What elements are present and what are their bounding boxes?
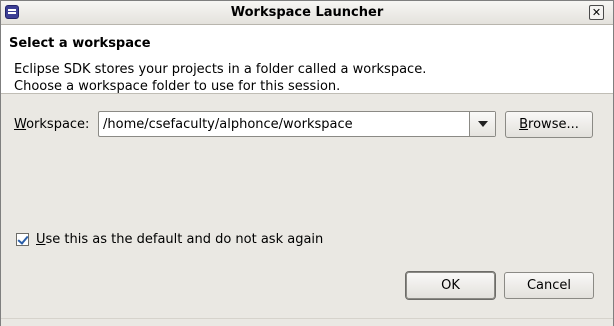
default-checkbox[interactable] — [16, 233, 29, 246]
bottom-edge — [1, 318, 613, 326]
cancel-button[interactable]: Cancel — [504, 272, 594, 299]
header-panel: Select a workspace Eclipse SDK stores yo… — [1, 25, 613, 94]
workspace-label-text: orkspace: — [26, 117, 90, 132]
default-checkbox-text: se this as the default and do not ask ag… — [45, 232, 324, 247]
title-bar[interactable]: Workspace Launcher ✕ — [1, 1, 613, 25]
chevron-down-icon[interactable] — [469, 112, 495, 136]
header-title: Select a workspace — [9, 36, 151, 51]
close-icon[interactable]: ✕ — [589, 5, 604, 20]
browse-mnemonic: B — [519, 117, 529, 132]
header-desc-line-1: Eclipse SDK stores your projects in a fo… — [14, 62, 427, 77]
window-title: Workspace Launcher — [230, 5, 384, 20]
ok-button[interactable]: OK — [405, 271, 496, 300]
workspace-combo[interactable]: /home/csefaculty/alphonce/workspace — [98, 111, 496, 137]
workspace-label: Workspace: — [14, 117, 89, 132]
workspace-launcher-dialog: Workspace Launcher ✕ Select a workspace … — [0, 0, 614, 326]
default-checkbox-label[interactable]: Use this as the default and do not ask a… — [36, 232, 323, 247]
workspace-label-mnemonic: W — [14, 117, 27, 132]
browse-label: rowse... — [528, 117, 579, 132]
header-desc-line-2: Choose a workspace folder to use for thi… — [14, 79, 341, 94]
browse-button[interactable]: Browse... — [505, 111, 593, 138]
default-checkbox-mnemonic: U — [36, 232, 46, 247]
header-description: Eclipse SDK stores your projects in a fo… — [14, 61, 426, 95]
workspace-path-input[interactable]: /home/csefaculty/alphonce/workspace — [103, 117, 353, 132]
